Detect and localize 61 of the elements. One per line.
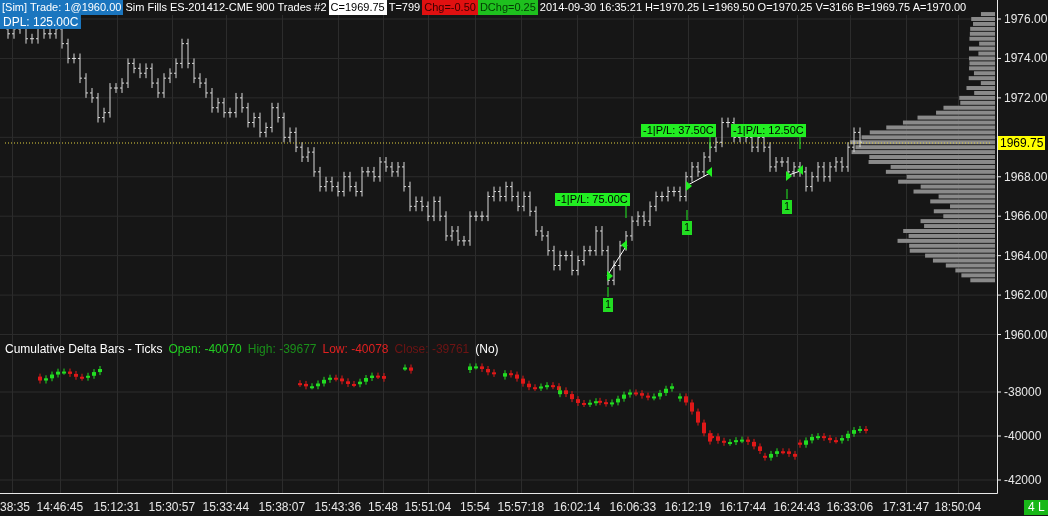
header-text: 2014-09-30 16:35:21 H=1970.25 L=1969.50 O=1970.25 V=3166 B=1969.75 A=1970.00 [538,0,968,15]
trade-line-drawing [606,240,628,281]
price-tick-label: 1962.00 [1004,288,1048,303]
delta-tick-label: -40000 [1004,429,1042,443]
leader-line [709,136,711,150]
price-tick-label: 1968.00 [1004,169,1048,184]
account-label: [Sim] Trade: 1@1960.00 [0,0,124,15]
time-label: 16:06:33 [609,500,657,514]
delta-tick-label: -42000 [1004,473,1042,487]
delta-change-label: DChg=0.25 [477,0,538,15]
indicator-value: Low: -40078 [322,342,389,356]
leader-line [625,205,627,219]
current-price-label: 1969.75 [998,136,1046,150]
time-label: 15:33:44 [202,500,250,514]
time-label: 15:48 [368,500,399,514]
trade-line-drawing [685,167,713,191]
leader-line [686,209,688,221]
indicator-title: Cumulative Delta Bars - Ticks [5,342,163,356]
price-tick-label: 1960.00 [1004,327,1048,342]
time-label: 15:54 [460,500,491,514]
trade-pl-label: -1|P/L: 75.00C [555,193,630,206]
time-label: 14:46:45 [36,500,84,514]
price-tick-label: 1974.00 [1004,51,1048,66]
fill-count-label: 1 [603,298,613,312]
header-text: Sim Fills ES-201412-CME 900 Trades #2 [124,0,328,15]
fill-count-label: 1 [682,221,692,235]
price-tick-label: 1972.00 [1004,90,1048,105]
trade-pl-label: -1|P/L: 37.50C [641,124,716,137]
time-label: 15:51:04 [404,500,452,514]
close-price-label: C=1969.75 [328,0,387,15]
time-label: 16:33:06 [826,500,874,514]
indicator-mode: (No) [475,342,499,356]
change-label: Chg=-0.50 [422,0,478,15]
leader-line [799,136,801,150]
trade-line-drawing [785,165,804,181]
indicator-value: High: -39677 [247,342,317,356]
time-label: 15:57:18 [497,500,545,514]
time-label: 15:38:07 [258,500,306,514]
time-label: 16:12:19 [664,500,712,514]
time-label: 16:02:14 [553,500,601,514]
price-tick-label: 1976.00 [1004,12,1048,26]
leader-line [786,188,788,200]
indicator-value: Open: -40070 [168,342,242,356]
indicator-value: Close: -39761 [394,342,470,356]
time-label: 15:43:36 [314,500,362,514]
trade-pl-label: -1|P/L: 12.50C [731,124,806,137]
time-label: 18:50:04 [934,500,982,514]
time-label: 16:17:44 [719,500,767,514]
time-label: 17:31:47 [882,500,930,514]
time-label: 38:35 [0,500,31,514]
price-tick-label: 1964.00 [1004,248,1048,263]
time-label: 15:30:57 [148,500,196,514]
delta-tick-label: -38000 [1004,385,1042,399]
leader-line [607,286,609,298]
time-label: 16:24:43 [773,500,821,514]
price-tick-label: 1966.00 [1004,209,1048,224]
dpl-label: DPL: 125.00C [0,15,82,29]
fill-count-label: 1 [782,200,792,214]
status-badge: 4 L [1024,500,1048,515]
time-label: 15:12:31 [93,500,141,514]
header-text: T=799 [387,0,422,15]
